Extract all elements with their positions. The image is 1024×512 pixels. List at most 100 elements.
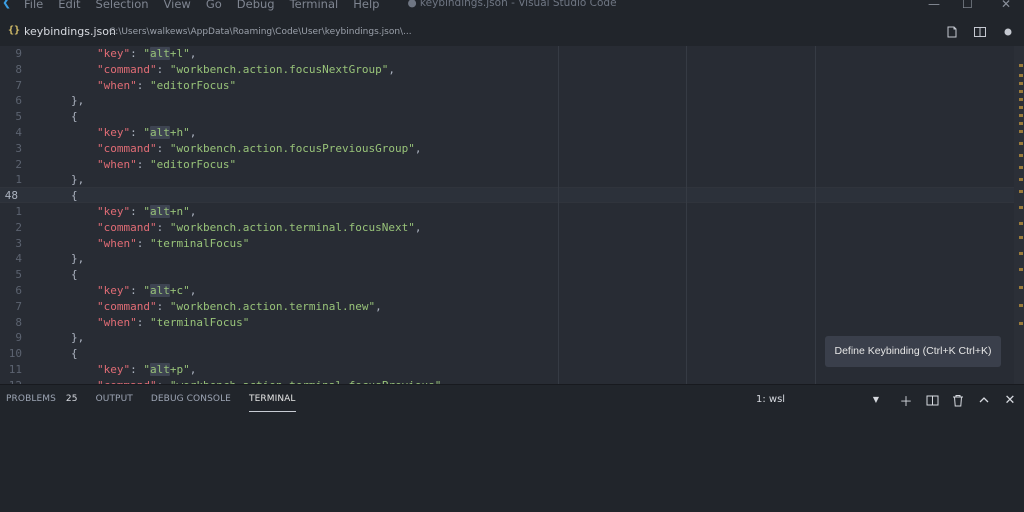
kill-terminal-icon[interactable]	[950, 392, 966, 408]
colon: :	[156, 62, 170, 76]
open-keyboard-shortcuts-icon[interactable]	[944, 24, 960, 40]
comma: ,	[189, 363, 197, 376]
scrollbar-marker	[1019, 268, 1023, 271]
tab-output[interactable]: OUTPUT	[96, 394, 133, 408]
colon: :	[156, 220, 170, 234]
line-number: 2	[15, 157, 22, 171]
code-line[interactable]: "command": "workbench.action.focusNextGr…	[46, 62, 1024, 78]
panel-tabs: PROBLEMS 25 OUTPUT DEBUG CONSOLE TERMINAL	[6, 394, 314, 412]
code-line[interactable]: "command": "workbench.action.terminal.fo…	[46, 220, 1024, 236]
json-key: "when"	[97, 236, 137, 250]
scrollbar-marker	[1019, 236, 1023, 239]
json-key: "when"	[97, 78, 137, 92]
line-number: 9	[15, 331, 22, 345]
colon: :	[136, 236, 150, 250]
breadcrumb-path[interactable]: C:\Users\walkews\AppData\Roaming\Code\Us…	[109, 27, 412, 37]
scrollbar-marker	[1019, 130, 1023, 133]
code-line[interactable]: },	[46, 172, 1024, 188]
code-line[interactable]: {	[46, 109, 1024, 125]
scrollbar-marker	[1019, 166, 1023, 169]
code-line[interactable]: "command": "workbench.action.focusPrevio…	[46, 141, 1024, 157]
line-number: 6	[15, 284, 22, 297]
split-editor-icon[interactable]	[972, 24, 988, 40]
code-area[interactable]: "key": "alt+l", "command": "workbench.act…	[46, 46, 1024, 384]
new-terminal-icon[interactable]: ＋	[898, 392, 914, 410]
comma: ,	[189, 205, 197, 218]
scrollbar-marker	[1019, 178, 1023, 181]
line-number: 48	[4, 189, 18, 203]
punctuation: },	[71, 331, 85, 345]
selection-highlight: alt	[150, 205, 170, 218]
comma: ,	[189, 47, 197, 60]
scrollbar-marker	[1019, 64, 1023, 67]
define-keybinding-tooltip[interactable]: Define Keybinding (Ctrl+K Ctrl+K)	[825, 336, 1001, 367]
json-key: "key"	[97, 284, 131, 297]
colon: :	[130, 284, 144, 297]
code-line[interactable]: },	[46, 251, 1024, 267]
line-number: 2	[15, 220, 22, 234]
code-line[interactable]: "when": "editorFocus"	[46, 157, 1024, 173]
split-terminal-icon[interactable]	[924, 392, 940, 408]
code-line[interactable]: "when": "editorFocus"	[46, 78, 1024, 94]
maximize-panel-icon[interactable]	[976, 392, 992, 408]
punctuation: {	[71, 268, 78, 282]
tab-problems[interactable]: PROBLEMS 25	[6, 394, 78, 408]
line-number: 5	[15, 110, 22, 124]
code-line[interactable]: "key": "alt+n",	[46, 204, 1024, 220]
json-key: "command"	[97, 62, 157, 76]
code-editor[interactable]: 98765432148123456789101112 "key": "alt+l…	[0, 46, 1024, 384]
selection-highlight: alt	[150, 363, 170, 376]
line-number: 3	[15, 236, 22, 250]
json-key: "key"	[97, 126, 131, 139]
code-line[interactable]: },	[46, 93, 1024, 109]
minimize-button[interactable]: —	[928, 0, 940, 11]
code-line[interactable]: "key": "alt+h",	[46, 125, 1024, 141]
json-key: "key"	[97, 363, 131, 376]
json-key: "key"	[97, 47, 131, 60]
colon: :	[156, 141, 170, 155]
scrollbar-marker	[1019, 154, 1023, 157]
unsaved-dot-icon[interactable]	[1000, 24, 1016, 40]
tab-label: OUTPUT	[95, 394, 133, 404]
punctuation: {	[71, 347, 78, 361]
json-file-icon: {}	[8, 25, 21, 36]
json-string-value: "alt+p"	[143, 363, 190, 376]
code-line[interactable]: "command": "workbench.action.terminal.ne…	[46, 299, 1024, 315]
maximize-button[interactable]: ☐	[962, 0, 973, 11]
colon: :	[136, 315, 150, 329]
comma: ,	[414, 141, 422, 155]
line-number: 5	[15, 268, 22, 282]
code-line[interactable]: "when": "terminalFocus"	[46, 236, 1024, 252]
tab-debug-console[interactable]: DEBUG CONSOLE	[151, 394, 231, 408]
tab-terminal[interactable]: TERMINAL	[248, 394, 296, 412]
close-window-button[interactable]: ✕	[1001, 0, 1011, 11]
line-number: 10	[8, 347, 22, 361]
json-string-value: "workbench.action.focusNextGroup"	[169, 62, 389, 76]
colon: :	[130, 363, 144, 376]
code-line[interactable]: "when": "terminalFocus"	[46, 315, 1024, 331]
json-key: "command"	[97, 299, 157, 313]
terminal-select[interactable]: 1: wsl ▼	[752, 392, 883, 410]
scrollbar-marker	[1019, 106, 1023, 109]
line-number: 9	[15, 47, 22, 60]
scrollbar-marker	[1019, 82, 1023, 85]
breadcrumb-file[interactable]: keybindings.json	[24, 25, 116, 38]
close-panel-icon[interactable]: ✕	[1002, 392, 1018, 408]
json-string-value: "terminalFocus"	[150, 236, 250, 250]
code-line[interactable]: "key": "alt+c",	[46, 283, 1024, 299]
code-line[interactable]: {	[46, 188, 1024, 204]
title-bar: ❮ File Edit Selection View Go Debug Terminal He…	[0, 0, 1024, 12]
window-title: ● keybindings.json - Visual Studio Code	[407, 0, 617, 9]
code-line[interactable]: {	[46, 267, 1024, 283]
selection-highlight: alt	[150, 47, 170, 60]
json-key: "command"	[97, 220, 157, 234]
json-key: "key"	[97, 205, 131, 218]
scrollbar-marker	[1019, 206, 1023, 209]
tab-label: TERMINAL	[248, 394, 296, 404]
colon: :	[130, 126, 144, 139]
line-number-gutter: 98765432148123456789101112	[0, 46, 46, 384]
code-line[interactable]: "key": "alt+l",	[46, 46, 1024, 62]
scrollbar-marker	[1019, 190, 1023, 193]
editor-scrollbar[interactable]	[1014, 46, 1024, 384]
json-key: "when"	[97, 157, 137, 171]
